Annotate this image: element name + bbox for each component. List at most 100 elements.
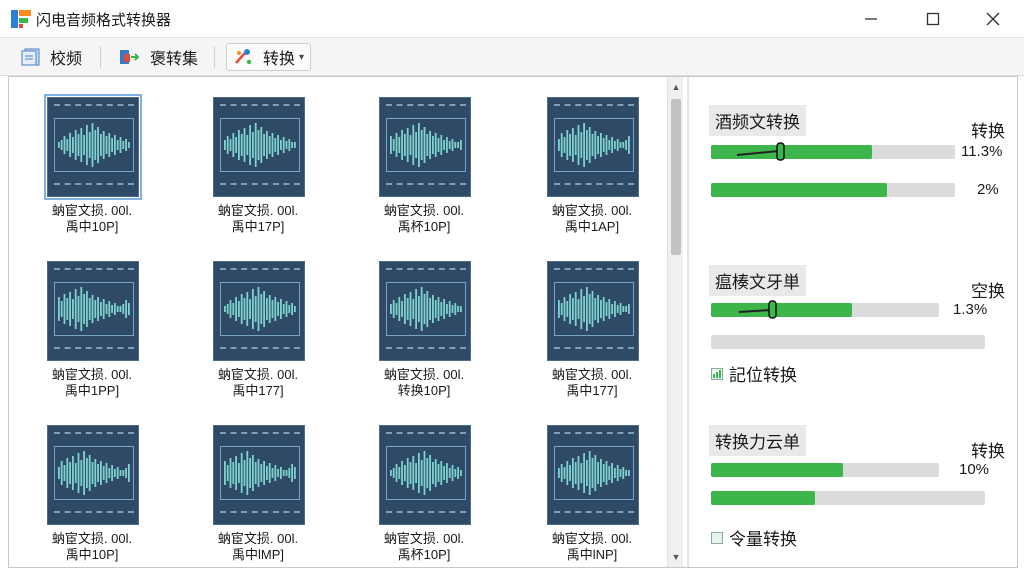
- waveform-bar: [429, 131, 431, 159]
- waveform-bar: [432, 295, 434, 323]
- waveform-bar: [238, 130, 240, 160]
- scroll-down-arrow-icon[interactable]: ▼: [668, 549, 684, 565]
- waveform-bar: [415, 289, 417, 329]
- waveform-bar: [243, 460, 246, 486]
- audio-waveform-thumbnail[interactable]: [547, 425, 639, 525]
- file-name-line: 蚋宦文损. 00l.: [383, 203, 465, 218]
- waveform-bar: [454, 469, 457, 477]
- progress-fill: [711, 183, 887, 197]
- file-tile[interactable]: 蚋宦文损. 00l. 禹杯10P]: [369, 85, 479, 235]
- waveform-icon: [390, 451, 462, 495]
- scrollbar-thumb[interactable]: [671, 99, 681, 255]
- file-name: 蚋宦文损. 00l. 禹中lMP]: [203, 531, 313, 563]
- thumbnail-footer: [220, 347, 300, 352]
- waveform-bar: [591, 291, 594, 327]
- waveform-bar: [100, 302, 102, 316]
- waveform-bar: [257, 459, 260, 487]
- file-tile[interactable]: 蚋宦文损. 00l. 禹杯10P]: [369, 413, 479, 563]
- audio-waveform-thumbnail[interactable]: [47, 261, 139, 361]
- file-tile[interactable]: 蚋宦文损. 00l. 禹中1PP]: [37, 249, 147, 399]
- waveform-bar: [608, 466, 611, 480]
- waveform-bar: [288, 468, 291, 478]
- waveform-bar: [432, 462, 434, 484]
- waveform-bar: [390, 304, 392, 314]
- audio-waveform-thumbnail[interactable]: [547, 261, 639, 361]
- option-checkbox[interactable]: 記位转换: [711, 361, 797, 386]
- waveform-bar: [72, 299, 74, 319]
- maximize-button[interactable]: [910, 0, 956, 38]
- waveform-bar: [611, 137, 613, 153]
- waveform-bar: [594, 298, 597, 320]
- waveform-bar: [608, 299, 611, 319]
- waveform-bar: [100, 461, 102, 485]
- audio-waveform-thumbnail[interactable]: [47, 425, 139, 525]
- waveform-bar: [288, 305, 291, 313]
- file-name-line: 禹中10P]: [65, 219, 119, 234]
- scroll-up-arrow-icon[interactable]: ▲: [668, 79, 684, 95]
- audio-waveform-thumbnail[interactable]: [213, 261, 305, 361]
- waveform-bar: [611, 463, 613, 483]
- file-name-line: 蚋宦文损. 00l.: [383, 531, 465, 546]
- waveform-bar: [77, 134, 80, 156]
- audio-waveform-thumbnail[interactable]: [547, 97, 639, 197]
- waveform-bar: [412, 456, 415, 490]
- slider-handle-icon[interactable]: [737, 299, 789, 321]
- waveform-bar: [619, 142, 622, 148]
- audio-waveform-thumbnail[interactable]: [379, 425, 471, 525]
- waveform-bar: [616, 139, 619, 151]
- audio-waveform-thumbnail[interactable]: [44, 94, 142, 200]
- audio-waveform-thumbnail[interactable]: [379, 97, 471, 197]
- waveform-bar: [588, 294, 591, 324]
- audio-waveform-thumbnail[interactable]: [379, 261, 471, 361]
- waveform-bar: [600, 300, 602, 318]
- waveform-bar: [569, 465, 571, 481]
- waveform-bar: [572, 298, 574, 320]
- waveform-bar: [558, 300, 560, 318]
- close-button[interactable]: [970, 0, 1016, 38]
- waveform-bar: [406, 458, 409, 488]
- waveform-bar: [232, 462, 235, 484]
- waveform-bar: [418, 123, 420, 167]
- waveform-bar: [116, 306, 119, 312]
- audio-waveform-thumbnail[interactable]: [213, 97, 305, 197]
- toolbar-button-2[interactable]: 褒转集: [112, 43, 204, 71]
- thumbnail-header: [54, 268, 134, 273]
- vertical-scrollbar[interactable]: ▲ ▼: [667, 77, 683, 567]
- file-tile[interactable]: 蚋宦文损. 00l. 禹中lNP]: [537, 413, 647, 563]
- thumbnail-footer: [220, 511, 300, 516]
- file-tile[interactable]: 蚋宦文损. 00l. 禹中lMP]: [203, 413, 313, 563]
- waveform-icon: [224, 451, 296, 495]
- file-tile[interactable]: 蚋宦文损. 00l. 禹中10P]: [37, 85, 147, 235]
- file-tile[interactable]: 蚋宦文损. 00l. 禹中177]: [203, 249, 313, 399]
- file-tile[interactable]: 蚋宦文损. 00l. 禹中177]: [537, 249, 647, 399]
- waveform-bar: [224, 306, 226, 312]
- file-name-line: 禹中1PP]: [64, 383, 120, 398]
- minimize-button[interactable]: [848, 0, 894, 38]
- waveform-bar: [440, 461, 443, 485]
- waveform-bar: [235, 297, 237, 321]
- file-tile[interactable]: 蚋宦文损. 00l. 禹中10P]: [37, 413, 147, 563]
- waveform-bar: [602, 138, 605, 152]
- toolbar-button-1[interactable]: 校频: [14, 43, 88, 71]
- file-tile[interactable]: 蚋宦文损. 00l. 转换10P]: [369, 249, 479, 399]
- audio-waveform-thumbnail[interactable]: [213, 425, 305, 525]
- waveform-bar: [563, 467, 566, 479]
- waveform-bar: [423, 294, 426, 324]
- waveform-bar: [69, 292, 71, 326]
- file-grid: 蚋宦文损. 00l. 禹中10P] 蚋宦文损. 00l. 禹中17P] 蚋宦文损. 00…: [9, 77, 667, 567]
- file-tile[interactable]: 蚋宦文损. 00l. 禹中1AP]: [537, 85, 647, 235]
- waveform-bar: [614, 301, 616, 317]
- waveform-bar: [586, 130, 588, 160]
- file-tile[interactable]: 蚋宦文损. 00l. 禹中17P]: [203, 85, 313, 235]
- waveform-bar: [254, 123, 257, 167]
- toolbar-button-convert[interactable]: 转换 ▾: [226, 43, 312, 71]
- waveform-bar: [409, 462, 412, 484]
- option-checkbox[interactable]: 令量转换: [711, 525, 797, 550]
- slider-handle-icon[interactable]: [735, 141, 795, 163]
- waveform-bar: [395, 133, 398, 157]
- waveform-bar: [420, 130, 423, 160]
- file-name: 蚋宦文损. 00l. 转换10P]: [369, 367, 479, 399]
- toolbar-button-2-label: 褒转集: [150, 51, 199, 68]
- waveform-bar: [235, 137, 237, 153]
- waveform-bar: [558, 468, 560, 478]
